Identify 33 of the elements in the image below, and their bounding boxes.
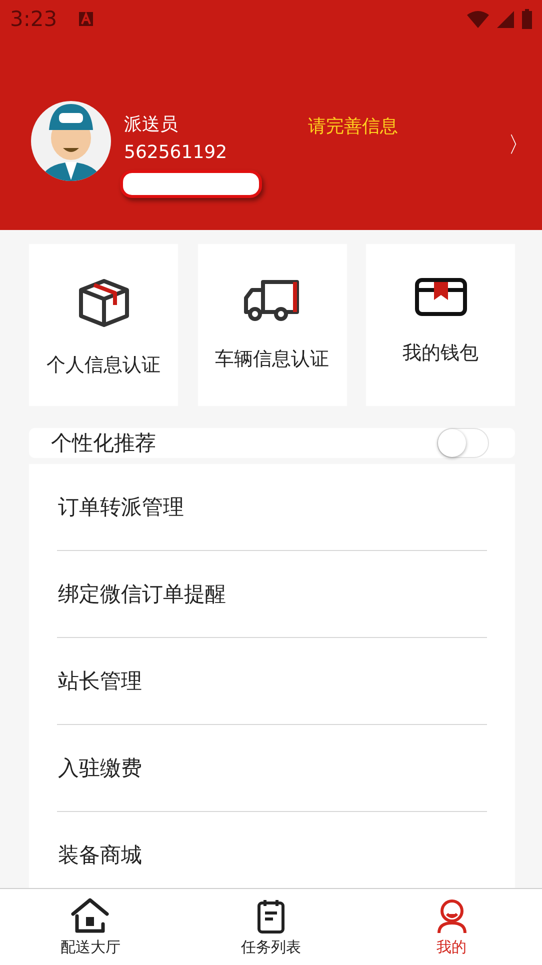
truck-icon (243, 278, 301, 322)
menu-item[interactable]: 绑定微信订单提醒 (57, 551, 487, 638)
tab-label: 我的 (436, 938, 467, 956)
user-icon (434, 898, 469, 934)
notification-icon (79, 12, 94, 26)
nav-tab[interactable]: 任务列表 (180, 889, 362, 965)
action-card[interactable]: 我的钱包 (366, 244, 515, 406)
user-id: 562561192 (124, 142, 228, 164)
action-card[interactable]: 车辆信息认证 (198, 244, 346, 406)
notepad-icon (256, 898, 285, 934)
role-label: 派送员 (124, 114, 179, 136)
setting-label: 个性化推荐 (51, 430, 156, 457)
chevron-link[interactable]: 〉 (508, 130, 530, 160)
action-label: 个人信息认证 (46, 353, 160, 378)
status-time: 3:23 (10, 7, 58, 31)
menu-item[interactable]: 入驻缴费 (57, 725, 487, 812)
wifi-icon (467, 10, 489, 28)
nav-tab[interactable]: 配送大厅 (0, 889, 181, 965)
nav-tab[interactable]: 我的 (361, 889, 542, 965)
action-label: 车辆信息认证 (215, 347, 329, 372)
tab-label: 任务列表 (240, 938, 301, 956)
action-card[interactable]: 个人信息认证 (29, 244, 178, 406)
wallet-icon (414, 278, 466, 316)
box-icon (78, 278, 130, 328)
signal-icon (497, 10, 514, 28)
complete-info-link[interactable]: 请完善信息 (308, 114, 398, 138)
battery-icon (522, 9, 532, 29)
home-icon (71, 898, 110, 934)
menu-item[interactable]: 订单转派管理 (57, 464, 487, 551)
toggle-switch[interactable] (437, 428, 489, 458)
tab-label: 配送大厅 (60, 938, 120, 956)
action-label: 我的钱包 (402, 341, 478, 366)
menu-item[interactable]: 站长管理 (57, 638, 487, 725)
